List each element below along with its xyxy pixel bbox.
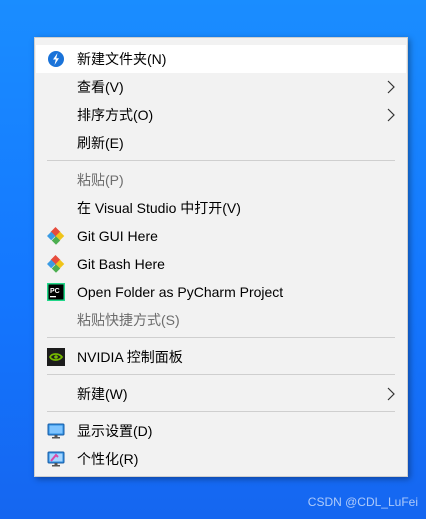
nvidia-icon — [47, 348, 65, 366]
git-gui-icon — [47, 227, 65, 245]
menu-item-label: 粘贴快捷方式(S) — [77, 312, 180, 328]
menu-item-open-in-visual-studio[interactable]: 在 Visual Studio 中打开(V) — [36, 194, 406, 222]
menu-item-personalize[interactable]: 个性化(R) — [36, 445, 406, 473]
menu-item-label: 查看(V) — [77, 79, 124, 95]
menu-item-label: 粘贴(P) — [77, 172, 124, 188]
menu-separator — [47, 374, 395, 375]
chevron-right-icon — [387, 80, 395, 94]
new-folder-icon — [48, 51, 64, 67]
menu-separator — [47, 337, 395, 338]
menu-item-label: 新建文件夹(N) — [77, 51, 167, 67]
desktop-context-menu: 新建文件夹(N) 查看(V) 排序方式(O) 刷新(E) 粘贴(P) 在 Vis… — [34, 37, 408, 477]
menu-item-paste: 粘贴(P) — [36, 166, 406, 194]
display-settings-icon — [47, 423, 65, 439]
menu-item-new-folder[interactable]: 新建文件夹(N) — [36, 45, 406, 73]
chevron-right-icon — [387, 387, 395, 401]
menu-item-label: 排序方式(O) — [77, 107, 154, 123]
pycharm-icon: PC — [47, 283, 65, 301]
menu-item-open-as-pycharm-project[interactable]: PC Open Folder as PyCharm Project — [36, 278, 406, 306]
menu-item-label: Open Folder as PyCharm Project — [77, 284, 284, 300]
menu-separator — [47, 411, 395, 412]
menu-item-label: 在 Visual Studio 中打开(V) — [77, 200, 241, 216]
menu-item-label: NVIDIA 控制面板 — [77, 349, 183, 365]
menu-item-git-bash-here[interactable]: Git Bash Here — [36, 250, 406, 278]
chevron-right-icon — [387, 108, 395, 122]
menu-item-label: 刷新(E) — [77, 135, 124, 151]
menu-item-view[interactable]: 查看(V) — [36, 73, 406, 101]
desktop-background: { "context_menu": { "items": [ { "label"… — [0, 0, 426, 519]
personalize-icon — [47, 451, 65, 467]
menu-separator — [47, 160, 395, 161]
menu-item-label: 显示设置(D) — [77, 423, 153, 439]
menu-item-paste-shortcut: 粘贴快捷方式(S) — [36, 306, 406, 334]
watermark-text: CSDN @CDL_LuFei — [307, 495, 418, 509]
menu-item-label: Git GUI Here — [77, 228, 158, 244]
menu-item-label: 新建(W) — [77, 386, 128, 402]
menu-item-git-gui-here[interactable]: Git GUI Here — [36, 222, 406, 250]
svg-text:PC: PC — [50, 288, 60, 295]
menu-item-label: 个性化(R) — [77, 451, 139, 467]
menu-item-label: Git Bash Here — [77, 256, 165, 272]
menu-item-display-settings[interactable]: 显示设置(D) — [36, 417, 406, 445]
menu-item-refresh[interactable]: 刷新(E) — [36, 129, 406, 157]
menu-item-new[interactable]: 新建(W) — [36, 380, 406, 408]
menu-item-sort-by[interactable]: 排序方式(O) — [36, 101, 406, 129]
git-bash-icon — [47, 255, 65, 273]
menu-item-nvidia-control-panel[interactable]: NVIDIA 控制面板 — [36, 343, 406, 371]
